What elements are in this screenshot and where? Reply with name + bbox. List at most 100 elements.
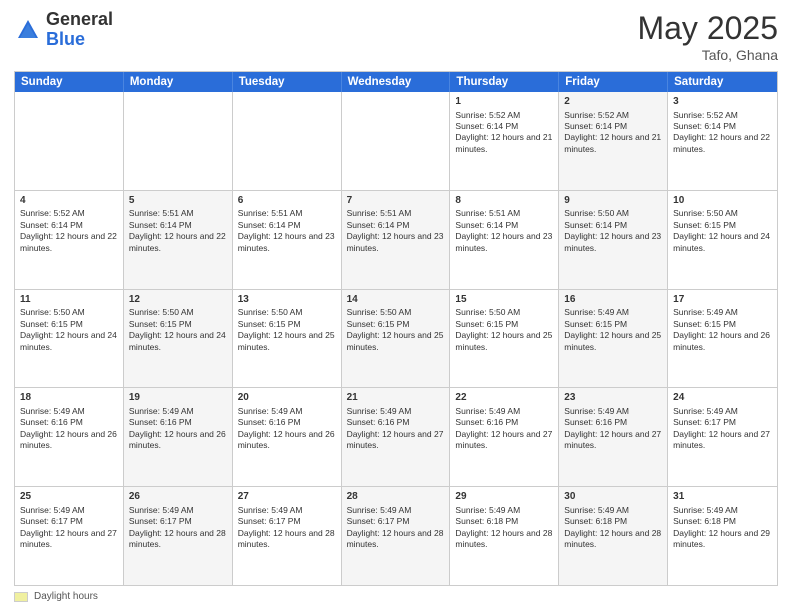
- calendar-cell: 9Sunrise: 5:50 AM Sunset: 6:14 PM Daylig…: [559, 191, 668, 289]
- calendar-cell: 7Sunrise: 5:51 AM Sunset: 6:14 PM Daylig…: [342, 191, 451, 289]
- calendar-cell: 21Sunrise: 5:49 AM Sunset: 6:16 PM Dayli…: [342, 388, 451, 486]
- day-info: Sunrise: 5:49 AM Sunset: 6:18 PM Dayligh…: [673, 505, 770, 549]
- day-number: 24: [673, 391, 772, 405]
- calendar-row: 4Sunrise: 5:52 AM Sunset: 6:14 PM Daylig…: [15, 191, 777, 290]
- calendar-cell: 29Sunrise: 5:49 AM Sunset: 6:18 PM Dayli…: [450, 487, 559, 585]
- calendar-cell: 10Sunrise: 5:50 AM Sunset: 6:15 PM Dayli…: [668, 191, 777, 289]
- calendar-cell: 16Sunrise: 5:49 AM Sunset: 6:15 PM Dayli…: [559, 290, 668, 388]
- calendar-cell: [233, 92, 342, 190]
- calendar-cell: 20Sunrise: 5:49 AM Sunset: 6:16 PM Dayli…: [233, 388, 342, 486]
- day-info: Sunrise: 5:49 AM Sunset: 6:16 PM Dayligh…: [347, 406, 444, 450]
- day-info: Sunrise: 5:49 AM Sunset: 6:15 PM Dayligh…: [673, 307, 770, 351]
- weekday-header: Sunday: [15, 72, 124, 92]
- daylight-legend-box: [14, 592, 28, 602]
- calendar-cell: 4Sunrise: 5:52 AM Sunset: 6:14 PM Daylig…: [15, 191, 124, 289]
- title-block: May 2025 Tafo, Ghana: [637, 10, 778, 63]
- day-info: Sunrise: 5:50 AM Sunset: 6:15 PM Dayligh…: [347, 307, 444, 351]
- day-number: 20: [238, 391, 336, 405]
- calendar-cell: 31Sunrise: 5:49 AM Sunset: 6:18 PM Dayli…: [668, 487, 777, 585]
- day-info: Sunrise: 5:49 AM Sunset: 6:17 PM Dayligh…: [673, 406, 770, 450]
- day-number: 2: [564, 95, 662, 109]
- day-info: Sunrise: 5:51 AM Sunset: 6:14 PM Dayligh…: [347, 208, 444, 252]
- calendar-cell: 3Sunrise: 5:52 AM Sunset: 6:14 PM Daylig…: [668, 92, 777, 190]
- calendar-cell: 23Sunrise: 5:49 AM Sunset: 6:16 PM Dayli…: [559, 388, 668, 486]
- day-info: Sunrise: 5:50 AM Sunset: 6:14 PM Dayligh…: [564, 208, 661, 252]
- day-info: Sunrise: 5:49 AM Sunset: 6:17 PM Dayligh…: [20, 505, 117, 549]
- calendar-cell: 25Sunrise: 5:49 AM Sunset: 6:17 PM Dayli…: [15, 487, 124, 585]
- day-number: 30: [564, 490, 662, 504]
- calendar-cell: [124, 92, 233, 190]
- day-info: Sunrise: 5:49 AM Sunset: 6:16 PM Dayligh…: [129, 406, 226, 450]
- logo-text: General Blue: [46, 10, 113, 50]
- day-number: 22: [455, 391, 553, 405]
- day-number: 25: [20, 490, 118, 504]
- day-number: 21: [347, 391, 445, 405]
- day-number: 16: [564, 293, 662, 307]
- calendar-row: 11 Sunrise: 5:50 AM Sunset: 6:15 PM Dayli…: [15, 290, 777, 389]
- day-number: 5: [129, 194, 227, 208]
- location: Tafo, Ghana: [637, 47, 778, 63]
- day-number: 10: [673, 194, 772, 208]
- day-info: Sunrise: 5:51 AM Sunset: 6:14 PM Dayligh…: [129, 208, 226, 252]
- calendar-cell: [342, 92, 451, 190]
- day-number: 27: [238, 490, 336, 504]
- calendar-row: 18 Sunrise: 5:49 AM Sunset: 6:16 PM Dayli…: [15, 388, 777, 487]
- day-number: 18: [20, 391, 118, 405]
- daylight-label: Daylight hours: [34, 591, 98, 602]
- day-number: 28: [347, 490, 445, 504]
- day-info: Sunrise: 5:49 AM Sunset: 6:16 PM Dayligh…: [455, 406, 552, 450]
- calendar-cell: 1Sunrise: 5:52 AM Sunset: 6:14 PM Daylig…: [450, 92, 559, 190]
- footer: Daylight hours: [14, 591, 778, 602]
- day-number: 15: [455, 293, 553, 307]
- day-number: 9: [564, 194, 662, 208]
- calendar-cell: 8Sunrise: 5:51 AM Sunset: 6:14 PM Daylig…: [450, 191, 559, 289]
- day-number: 11: [20, 293, 118, 307]
- weekday-header: Tuesday: [233, 72, 342, 92]
- calendar-cell: 19Sunrise: 5:49 AM Sunset: 6:16 PM Dayli…: [124, 388, 233, 486]
- calendar-cell: 28Sunrise: 5:49 AM Sunset: 6:17 PM Dayli…: [342, 487, 451, 585]
- weekday-header: Thursday: [450, 72, 559, 92]
- calendar-cell: 14Sunrise: 5:50 AM Sunset: 6:15 PM Dayli…: [342, 290, 451, 388]
- day-number: 19: [129, 391, 227, 405]
- calendar-cell: 26Sunrise: 5:49 AM Sunset: 6:17 PM Dayli…: [124, 487, 233, 585]
- day-info: Sunrise: 5:49 AM Sunset: 6:17 PM Dayligh…: [347, 505, 444, 549]
- day-number: 31: [673, 490, 772, 504]
- day-info: Sunrise: 5:51 AM Sunset: 6:14 PM Dayligh…: [238, 208, 335, 252]
- day-number: 6: [238, 194, 336, 208]
- day-info: Sunrise: 5:50 AM Sunset: 6:15 PM Dayligh…: [673, 208, 770, 252]
- day-info: Sunrise: 5:52 AM Sunset: 6:14 PM Dayligh…: [455, 110, 552, 154]
- calendar-cell: 13Sunrise: 5:50 AM Sunset: 6:15 PM Dayli…: [233, 290, 342, 388]
- day-info: Sunrise: 5:49 AM Sunset: 6:18 PM Dayligh…: [455, 505, 552, 549]
- day-number: 4: [20, 194, 118, 208]
- day-number: 14: [347, 293, 445, 307]
- day-info: Sunrise: 5:52 AM Sunset: 6:14 PM Dayligh…: [673, 110, 770, 154]
- calendar-cell: 30Sunrise: 5:49 AM Sunset: 6:18 PM Dayli…: [559, 487, 668, 585]
- day-info: Sunrise: 5:52 AM Sunset: 6:14 PM Dayligh…: [564, 110, 661, 154]
- header: General Blue May 2025 Tafo, Ghana: [14, 10, 778, 63]
- day-number: 23: [564, 391, 662, 405]
- day-info: Sunrise: 5:52 AM Sunset: 6:14 PM Dayligh…: [20, 208, 117, 252]
- calendar-cell: 15Sunrise: 5:50 AM Sunset: 6:15 PM Dayli…: [450, 290, 559, 388]
- calendar-cell: 27Sunrise: 5:49 AM Sunset: 6:17 PM Dayli…: [233, 487, 342, 585]
- weekday-header: Saturday: [668, 72, 777, 92]
- calendar-body: 1Sunrise: 5:52 AM Sunset: 6:14 PM Daylig…: [15, 92, 777, 585]
- day-number: 8: [455, 194, 553, 208]
- calendar-cell: 18Sunrise: 5:49 AM Sunset: 6:16 PM Dayli…: [15, 388, 124, 486]
- day-info: Sunrise: 5:49 AM Sunset: 6:16 PM Dayligh…: [238, 406, 335, 450]
- day-info: Sunrise: 5:50 AM Sunset: 6:15 PM Dayligh…: [455, 307, 552, 351]
- day-number: 3: [673, 95, 772, 109]
- month-title: May 2025: [637, 10, 778, 47]
- calendar-cell: [15, 92, 124, 190]
- calendar-cell: 6Sunrise: 5:51 AM Sunset: 6:14 PM Daylig…: [233, 191, 342, 289]
- day-number: 26: [129, 490, 227, 504]
- calendar-cell: 12Sunrise: 5:50 AM Sunset: 6:15 PM Dayli…: [124, 290, 233, 388]
- calendar-cell: 5Sunrise: 5:51 AM Sunset: 6:14 PM Daylig…: [124, 191, 233, 289]
- calendar-row: 1Sunrise: 5:52 AM Sunset: 6:14 PM Daylig…: [15, 92, 777, 191]
- day-number: 12: [129, 293, 227, 307]
- generalblue-logo-icon: [14, 16, 42, 44]
- day-number: 29: [455, 490, 553, 504]
- logo-general: General: [46, 9, 113, 29]
- day-info: Sunrise: 5:50 AM Sunset: 6:15 PM Dayligh…: [238, 307, 335, 351]
- day-info: Sunrise: 5:49 AM Sunset: 6:15 PM Dayligh…: [564, 307, 661, 351]
- day-number: 7: [347, 194, 445, 208]
